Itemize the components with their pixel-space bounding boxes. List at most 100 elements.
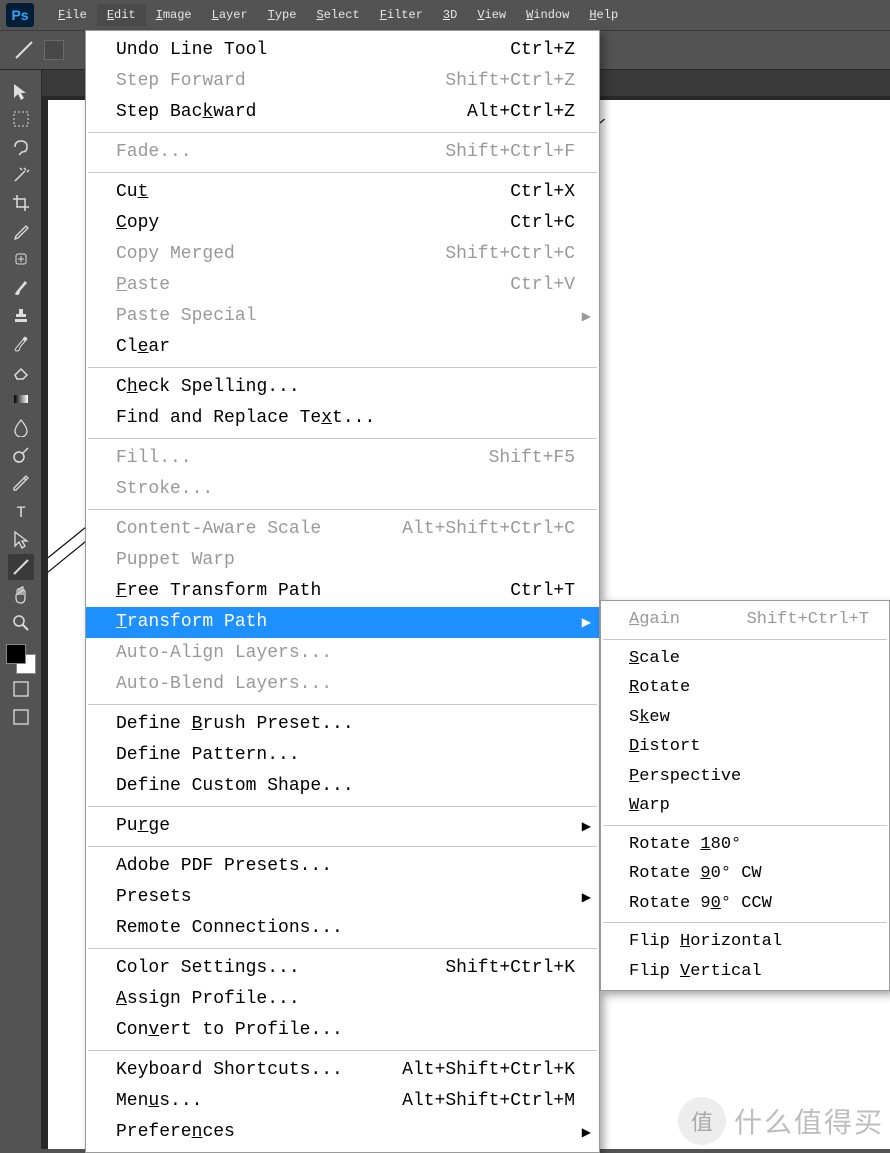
tool-wand[interactable]: [8, 162, 34, 188]
edit_menu-separator: [88, 132, 597, 133]
menubar-item-3d[interactable]: 3D: [433, 4, 467, 26]
edit_menu-item-purge[interactable]: Purge▶: [86, 811, 599, 842]
tool-zoom[interactable]: [8, 610, 34, 636]
menubar-item-select[interactable]: Select: [306, 4, 369, 26]
edit_menu-item-step-backward[interactable]: Step BackwardAlt+Ctrl+Z: [86, 97, 599, 128]
transform_submenu-item-rotate[interactable]: Rotate: [601, 673, 889, 703]
menubar: FileEditImageLayerTypeSelectFilter3DView…: [48, 4, 628, 26]
edit_menu-item-presets[interactable]: Presets▶: [86, 882, 599, 913]
transform_submenu-item-perspective[interactable]: Perspective: [601, 762, 889, 792]
transform_submenu-item-again: AgainShift+Ctrl+T: [601, 605, 889, 635]
edit_menu-item-keyboard-shortcuts[interactable]: Keyboard Shortcuts...Alt+Shift+Ctrl+K: [86, 1055, 599, 1086]
menubar-item-help[interactable]: Help: [579, 4, 628, 26]
foreground-color-swatch[interactable]: [6, 644, 26, 664]
edit_menu-item-color-settings[interactable]: Color Settings...Shift+Ctrl+K: [86, 953, 599, 984]
edit_menu-item-adobe-pdf-presets[interactable]: Adobe PDF Presets...: [86, 851, 599, 882]
tool-quick-mask[interactable]: [8, 676, 34, 702]
edit_menu-item-undo-line-tool[interactable]: Undo Line ToolCtrl+Z: [86, 35, 599, 66]
tool-eraser[interactable]: [8, 358, 34, 384]
transform_submenu-item-flip-vertical[interactable]: Flip Vertical: [601, 957, 889, 987]
menu-item-label: Rotate 180°: [629, 832, 869, 858]
menu-item-shortcut: Ctrl+T: [510, 578, 575, 605]
edit_menu-item-check-spelling[interactable]: Check Spelling...: [86, 372, 599, 403]
edit_menu-item-define-custom-shape[interactable]: Define Custom Shape...: [86, 771, 599, 802]
menubar-item-type[interactable]: Type: [258, 4, 307, 26]
tool-hand[interactable]: [8, 582, 34, 608]
menubar-item-edit[interactable]: Edit: [97, 4, 146, 26]
transform_submenu-item-skew[interactable]: Skew: [601, 703, 889, 733]
options-control[interactable]: [44, 40, 64, 60]
tool-brush[interactable]: [8, 274, 34, 300]
menu-item-shortcut: Shift+Ctrl+C: [445, 241, 575, 268]
menubar-item-view[interactable]: View: [467, 4, 516, 26]
transform_submenu-item-flip-horizontal[interactable]: Flip Horizontal: [601, 927, 889, 957]
menu-item-label: Remote Connections...: [116, 915, 575, 942]
transform_submenu-item-scale[interactable]: Scale: [601, 644, 889, 674]
menubar-item-file[interactable]: File: [48, 4, 97, 26]
submenu-arrow-icon: ▶: [582, 1124, 591, 1142]
menu-item-label: Step Backward: [116, 99, 467, 126]
tool-healing[interactable]: [8, 246, 34, 272]
menubar-item-layer[interactable]: Layer: [202, 4, 258, 26]
tool-history-brush[interactable]: [8, 330, 34, 356]
tool-crop[interactable]: [8, 190, 34, 216]
edit_menu-separator: [88, 172, 597, 173]
color-swatches[interactable]: [6, 644, 36, 674]
tool-dodge[interactable]: [8, 442, 34, 468]
transform_submenu-item-rotate-90-cw[interactable]: Rotate 90° CW: [601, 859, 889, 889]
edit_menu-item-remote-connections[interactable]: Remote Connections...: [86, 913, 599, 944]
menu-item-shortcut: Alt+Shift+Ctrl+C: [402, 516, 575, 543]
transform_submenu-item-distort[interactable]: Distort: [601, 732, 889, 762]
edit_menu-item-define-brush-preset[interactable]: Define Brush Preset...: [86, 709, 599, 740]
edit_menu-item-free-transform-path[interactable]: Free Transform PathCtrl+T: [86, 576, 599, 607]
menu-item-shortcut: Ctrl+X: [510, 179, 575, 206]
transform_submenu-item-warp[interactable]: Warp: [601, 791, 889, 821]
tool-screen-mode[interactable]: [8, 704, 34, 730]
menu-item-shortcut: Alt+Shift+Ctrl+K: [402, 1057, 575, 1084]
edit_menu-item-transform-path[interactable]: Transform Path▶: [86, 607, 599, 638]
menu-item-label: Fade...: [116, 139, 445, 166]
tool-move[interactable]: [8, 78, 34, 104]
tool-line[interactable]: [8, 554, 34, 580]
edit_menu-item-cut[interactable]: CutCtrl+X: [86, 177, 599, 208]
edit_menu-item-convert-to-profile[interactable]: Convert to Profile...: [86, 1015, 599, 1046]
menubar-item-image[interactable]: Image: [146, 4, 202, 26]
tool-stamp[interactable]: [8, 302, 34, 328]
menu-item-shortcut: Alt+Shift+Ctrl+M: [402, 1088, 575, 1115]
transform_submenu-item-rotate-90-ccw[interactable]: Rotate 90° CCW: [601, 889, 889, 919]
menu-item-label: Preferences: [116, 1119, 575, 1146]
menu-item-shortcut: Ctrl+C: [510, 210, 575, 237]
menu-item-label: Perspective: [629, 764, 869, 790]
submenu-arrow-icon: ▶: [582, 614, 591, 632]
tool-blur[interactable]: [8, 414, 34, 440]
menubar-item-filter[interactable]: Filter: [370, 4, 433, 26]
tool-gradient[interactable]: [8, 386, 34, 412]
tool-type[interactable]: T: [8, 498, 34, 524]
tool-path-select[interactable]: [8, 526, 34, 552]
menu-item-shortcut: Shift+Ctrl+T: [747, 607, 869, 633]
transform-path-submenu: AgainShift+Ctrl+T ScaleRotateSkewDistortP…: [600, 600, 890, 991]
transform_submenu-item-rotate-180[interactable]: Rotate 180°: [601, 830, 889, 860]
edit_menu-separator: [88, 438, 597, 439]
menu-item-label: Flip Vertical: [629, 959, 869, 985]
edit_menu-item-clear[interactable]: Clear: [86, 332, 599, 363]
tool-lasso[interactable]: [8, 134, 34, 160]
edit_menu-item-copy[interactable]: CopyCtrl+C: [86, 208, 599, 239]
tool-pen[interactable]: [8, 470, 34, 496]
edit_menu-item-find-and-replace-text[interactable]: Find and Replace Text...: [86, 403, 599, 434]
menu-item-shortcut: Ctrl+Z: [510, 37, 575, 64]
menubar-item-window[interactable]: Window: [516, 4, 579, 26]
tool-eyedropper[interactable]: [8, 218, 34, 244]
edit_menu-item-assign-profile[interactable]: Assign Profile...: [86, 984, 599, 1015]
edit_menu-item-fade: Fade...Shift+Ctrl+F: [86, 137, 599, 168]
tool-preset-icon[interactable]: [12, 38, 36, 62]
tool-marquee[interactable]: [8, 106, 34, 132]
transform_submenu-separator: [603, 825, 887, 826]
edit_menu-item-define-pattern[interactable]: Define Pattern...: [86, 740, 599, 771]
submenu-arrow-icon: ▶: [582, 818, 591, 836]
edit_menu-item-puppet-warp: Puppet Warp: [86, 545, 599, 576]
edit_menu-item-menus[interactable]: Menus...Alt+Shift+Ctrl+M: [86, 1086, 599, 1117]
edit_menu-item-preferences[interactable]: Preferences ▶: [86, 1117, 599, 1148]
edit_menu-separator: [88, 704, 597, 705]
edit_menu-separator: [88, 367, 597, 368]
